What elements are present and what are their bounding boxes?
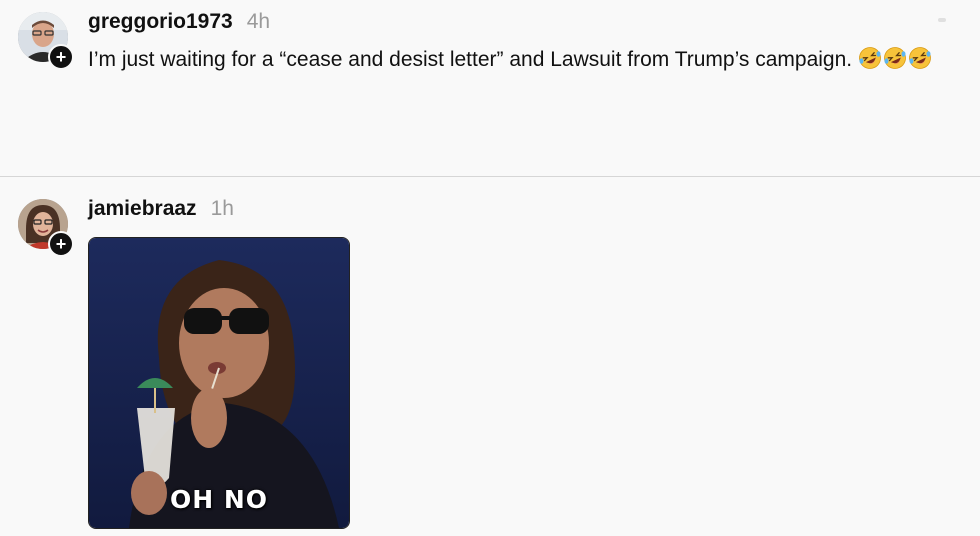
post-text: I’m just waiting for a “cease and desist… — [88, 44, 968, 75]
gif-image[interactable]: OH NO — [88, 237, 350, 529]
follow-plus-button[interactable]: + — [48, 231, 74, 257]
post-header: greggorio1973 4h — [88, 10, 270, 34]
gif-caption: OH NO — [169, 485, 269, 514]
username[interactable]: jamiebraaz — [88, 197, 197, 221]
avatar-container[interactable]: + — [18, 199, 74, 257]
follow-plus-button[interactable]: + — [48, 44, 74, 70]
laughing-emoji-icon — [884, 47, 906, 69]
laughing-emoji-icon — [859, 47, 881, 69]
username[interactable]: greggorio1973 — [88, 10, 233, 34]
thread-feed: + greggorio1973 4h I’m just waiting for … — [0, 0, 980, 536]
post: + jamiebraaz 1h OH NO — [0, 177, 980, 536]
emoji-group — [858, 47, 933, 71]
avatar-container[interactable]: + — [18, 12, 74, 70]
timestamp: 4h — [246, 10, 271, 33]
more-options-icon[interactable] — [938, 18, 946, 22]
timestamp: 1h — [210, 197, 234, 220]
post: + greggorio1973 4h I’m just waiting for … — [0, 0, 980, 176]
laughing-emoji-icon — [909, 47, 931, 69]
post-body: I’m just waiting for a “cease and desist… — [88, 48, 853, 71]
post-header: jamiebraaz 1h — [88, 197, 234, 221]
